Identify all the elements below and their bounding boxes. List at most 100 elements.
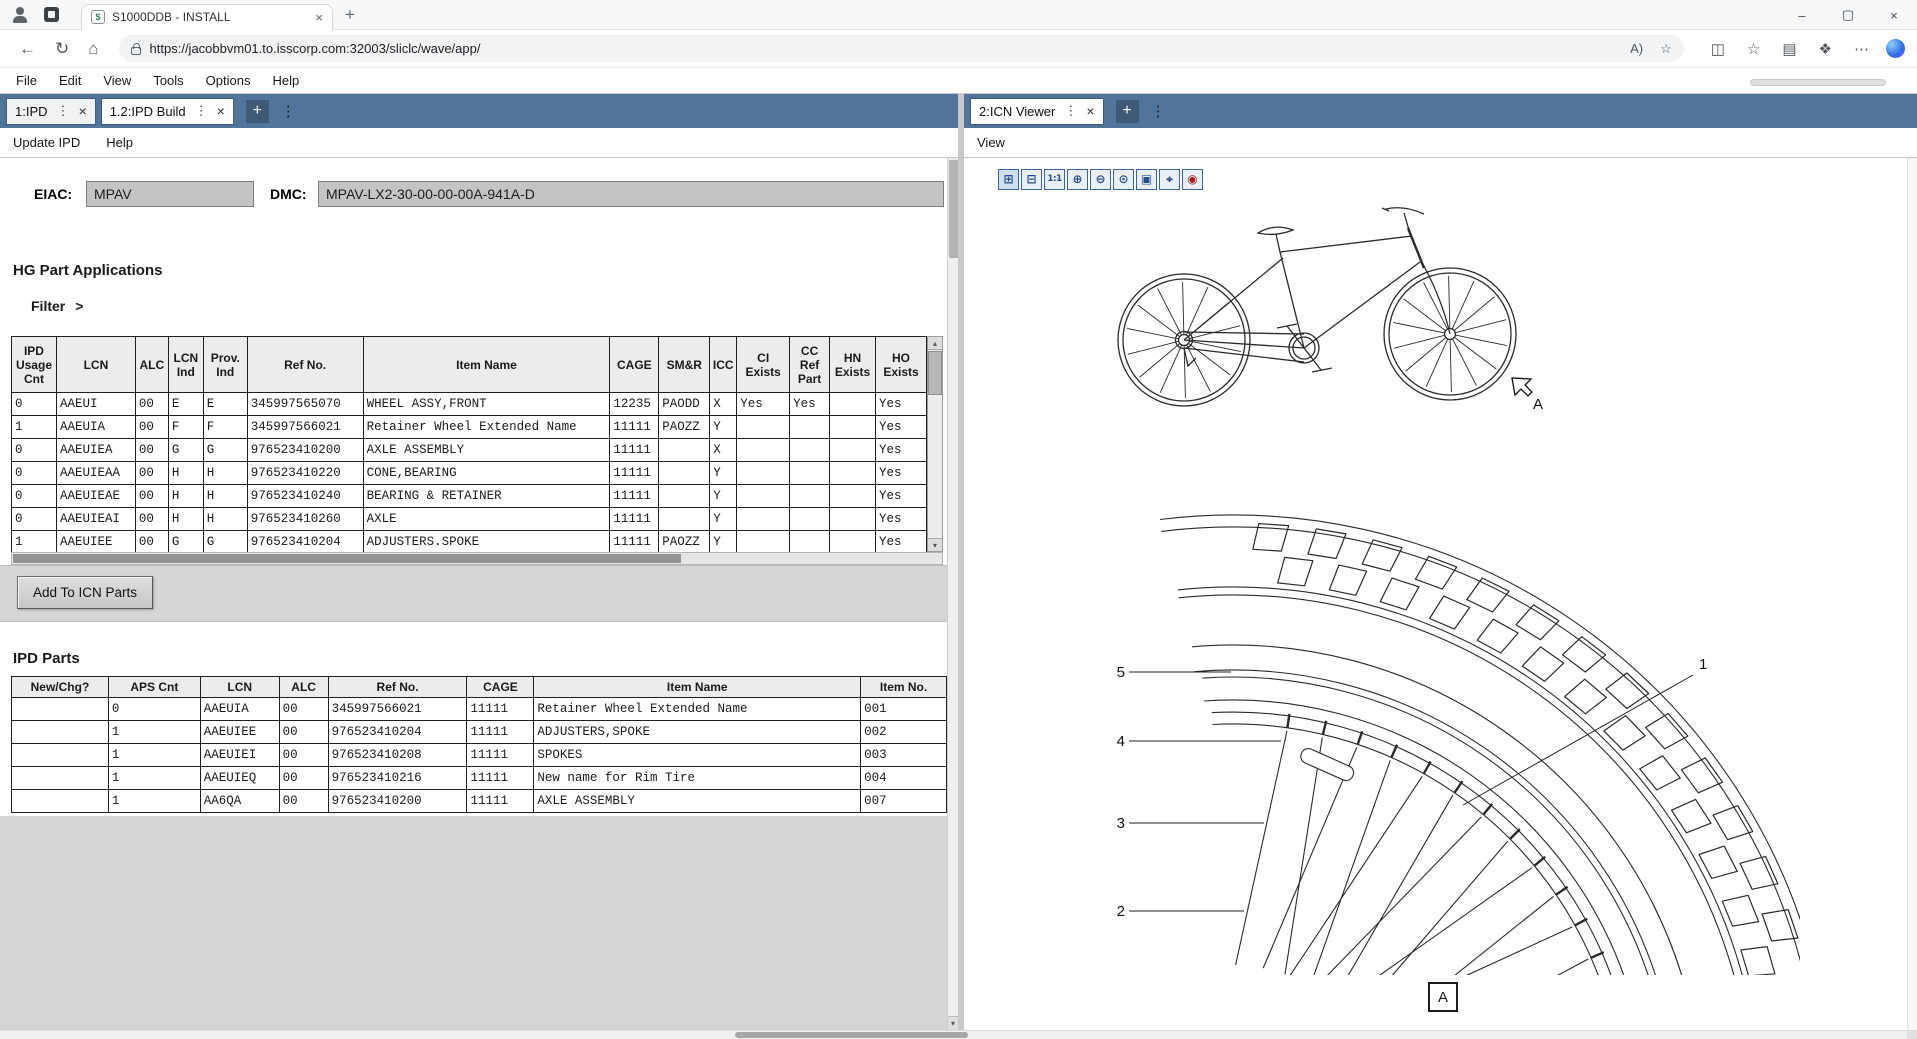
tab-menu-icon[interactable]: ⋮ [1064, 103, 1077, 119]
column-header[interactable]: CI Exists [737, 337, 790, 393]
callout-4[interactable]: 4 [1117, 733, 1125, 750]
zoom-in-icon[interactable]: ⊕ [1067, 169, 1088, 190]
wheel-detail-illustration[interactable]: 5 4 3 2 1 [1093, 505, 1800, 975]
new-pane-tab-button[interactable]: + [246, 100, 269, 123]
table-row[interactable]: 0AAEUIA0034599756602111111Retainer Wheel… [12, 698, 947, 721]
table-row[interactable]: 0AAEUIEAA00HH976523410220CONE,BEARING111… [12, 462, 927, 485]
table-row[interactable]: 1AAEUIEE00GG976523410204ADJUSTERS.SPOKE1… [12, 531, 927, 553]
column-header[interactable]: LCN Ind [168, 337, 203, 393]
workspaces-icon[interactable] [44, 7, 59, 22]
collections-icon[interactable]: ▤ [1782, 40, 1796, 58]
column-header[interactable]: Item Name [363, 337, 610, 393]
home-icon[interactable]: ⌂ [88, 39, 98, 59]
menu-item-edit[interactable]: Edit [48, 73, 92, 88]
tab-close-icon[interactable]: × [217, 103, 225, 119]
table-row[interactable]: 0AAEUI00EE345997565070WHEEL ASSY,FRONT12… [12, 393, 927, 416]
menu-item-file[interactable]: File [5, 73, 48, 88]
column-header[interactable]: Item No. [861, 677, 947, 698]
column-header[interactable]: CAGE [467, 677, 534, 698]
split-screen-icon[interactable]: ◫ [1711, 40, 1725, 58]
fit-width-icon[interactable]: ⊟ [1021, 169, 1042, 190]
column-header[interactable]: CAGE [610, 337, 659, 393]
scroll-down-icon[interactable]: ▾ [948, 1016, 958, 1030]
menu-item-view[interactable]: View [92, 73, 142, 88]
callout-2[interactable]: 2 [1117, 903, 1125, 920]
favorites-icon[interactable]: ☆ [1747, 40, 1760, 58]
column-header[interactable]: Prov. Ind [203, 337, 247, 393]
tab-close-icon[interactable]: × [1086, 103, 1094, 119]
bicycle-illustration[interactable]: A [1098, 164, 1543, 422]
scrollbar-thumb[interactable] [735, 1032, 968, 1038]
menu-item-update-ipd[interactable]: Update IPD [13, 135, 80, 150]
copilot-icon[interactable] [1886, 39, 1905, 58]
column-header[interactable]: CC Ref Part [790, 337, 830, 393]
hotspot-arrow[interactable]: A [1512, 378, 1543, 413]
column-header[interactable]: Ref No. [247, 337, 363, 393]
scroll-down-icon[interactable]: ▾ [928, 538, 942, 551]
column-header[interactable]: IPD Usage Cnt [12, 337, 57, 393]
column-header[interactable]: SM&R [659, 337, 710, 393]
column-header[interactable]: New/Chg? [12, 677, 109, 698]
menu-item-options[interactable]: Options [195, 73, 262, 88]
window-horizontal-scrollbar[interactable] [0, 1030, 1917, 1039]
table-row[interactable]: 0AAEUIEA00GG976523410200AXLE ASSEMBLY111… [12, 439, 927, 462]
tab-bar-menu-icon[interactable]: ⋮ [281, 102, 296, 120]
essentials-icon[interactable]: ❖ [1819, 40, 1832, 58]
hotspot-arrow-label[interactable]: A [1533, 396, 1543, 413]
scrollbar-thumb[interactable] [13, 554, 681, 563]
table-row[interactable]: 1AAEUIEQ0097652341021611111New name for … [12, 767, 947, 790]
column-header[interactable]: HO Exists [876, 337, 927, 393]
browser-tab[interactable]: $ S1000DDB - INSTALL × [81, 4, 333, 30]
column-header[interactable]: APS Cnt [108, 677, 200, 698]
eiac-field[interactable]: MPAV [86, 181, 254, 207]
table-row[interactable]: 1AA6QA0097652341020011111AXLE ASSEMBLY00… [12, 790, 947, 813]
column-header[interactable]: Ref No. [328, 677, 467, 698]
table-row[interactable]: 0AAEUIEAE00HH976523410240BEARING & RETAI… [12, 485, 927, 508]
actual-size-icon[interactable]: 1:1 [1044, 169, 1065, 190]
minimize-button[interactable]: – [1779, 0, 1825, 30]
sheet-label-box[interactable]: A [1428, 982, 1458, 1012]
table-row[interactable]: 1AAEUIEI0097652341020811111SPOKES003 [12, 744, 947, 767]
tab-close-icon[interactable]: × [79, 103, 87, 119]
close-button[interactable]: × [1871, 0, 1917, 30]
back-icon[interactable]: ← [19, 39, 36, 59]
menu-item-help[interactable]: Help [106, 135, 133, 150]
menu-item-help[interactable]: Help [261, 73, 310, 88]
scroll-up-icon[interactable]: ▴ [928, 337, 942, 350]
menu-item-tools[interactable]: Tools [142, 73, 194, 88]
restore-button[interactable]: ▢ [1825, 0, 1871, 30]
url-field[interactable]: https://jacobbvm01.to.isscorp.com:32003/… [150, 41, 1614, 56]
table-row[interactable]: 0AAEUIEAI00HH976523410260AXLE11111YYes [12, 508, 927, 531]
column-header[interactable]: Item Name [534, 677, 861, 698]
tab-menu-icon[interactable]: ⋮ [195, 103, 208, 119]
table-vertical-scrollbar[interactable]: ▴ ▾ [927, 336, 943, 552]
column-header[interactable]: HN Exists [830, 337, 876, 393]
tab-icn-viewer[interactable]: 2:ICN Viewer ⋮ × [970, 98, 1104, 125]
filter-toggle[interactable]: Filter > [31, 298, 83, 314]
new-pane-tab-button[interactable]: + [1116, 100, 1139, 123]
dmc-field[interactable]: MPAV-LX2-30-00-00-00A-941A-D [318, 181, 944, 207]
table-horizontal-scrollbar[interactable] [11, 552, 943, 565]
column-header[interactable]: ICC [710, 337, 737, 393]
table-row[interactable]: 1AAEUIA00FF345997566021Retainer Wheel Ex… [12, 416, 927, 439]
mini-scrollbar[interactable] [1750, 79, 1886, 86]
lock-icon[interactable] [131, 47, 141, 55]
tab-menu-icon[interactable]: ⋮ [57, 103, 70, 119]
scrollbar-thumb[interactable] [928, 351, 942, 395]
tab-ipd[interactable]: 1:IPD ⋮ × [6, 98, 96, 125]
tab-ipd-build[interactable]: 1.2:IPD Build ⋮ × [101, 98, 234, 125]
new-tab-icon[interactable]: + [345, 5, 355, 25]
table-row[interactable]: 1AAEUIEE0097652341020411111ADJUSTERS,SPO… [12, 721, 947, 744]
left-pane-scrollbar[interactable]: ▾ [947, 158, 958, 1030]
read-aloud-icon[interactable]: A) [1630, 41, 1643, 56]
callout-5[interactable]: 5 [1117, 664, 1125, 681]
tab-bar-menu-icon[interactable]: ⋮ [1151, 102, 1166, 120]
add-to-icn-parts-button[interactable]: Add To ICN Parts [17, 576, 153, 609]
column-header[interactable]: ALC [279, 677, 328, 698]
callout-3[interactable]: 3 [1117, 815, 1125, 832]
settings-more-icon[interactable]: ⋯ [1854, 40, 1869, 58]
right-pane-scrollbar[interactable] [1907, 158, 1917, 1030]
scrollbar-thumb[interactable] [949, 160, 958, 258]
tab-close-icon[interactable]: × [315, 10, 323, 25]
bookmark-star-icon[interactable]: ☆ [1660, 41, 1672, 57]
